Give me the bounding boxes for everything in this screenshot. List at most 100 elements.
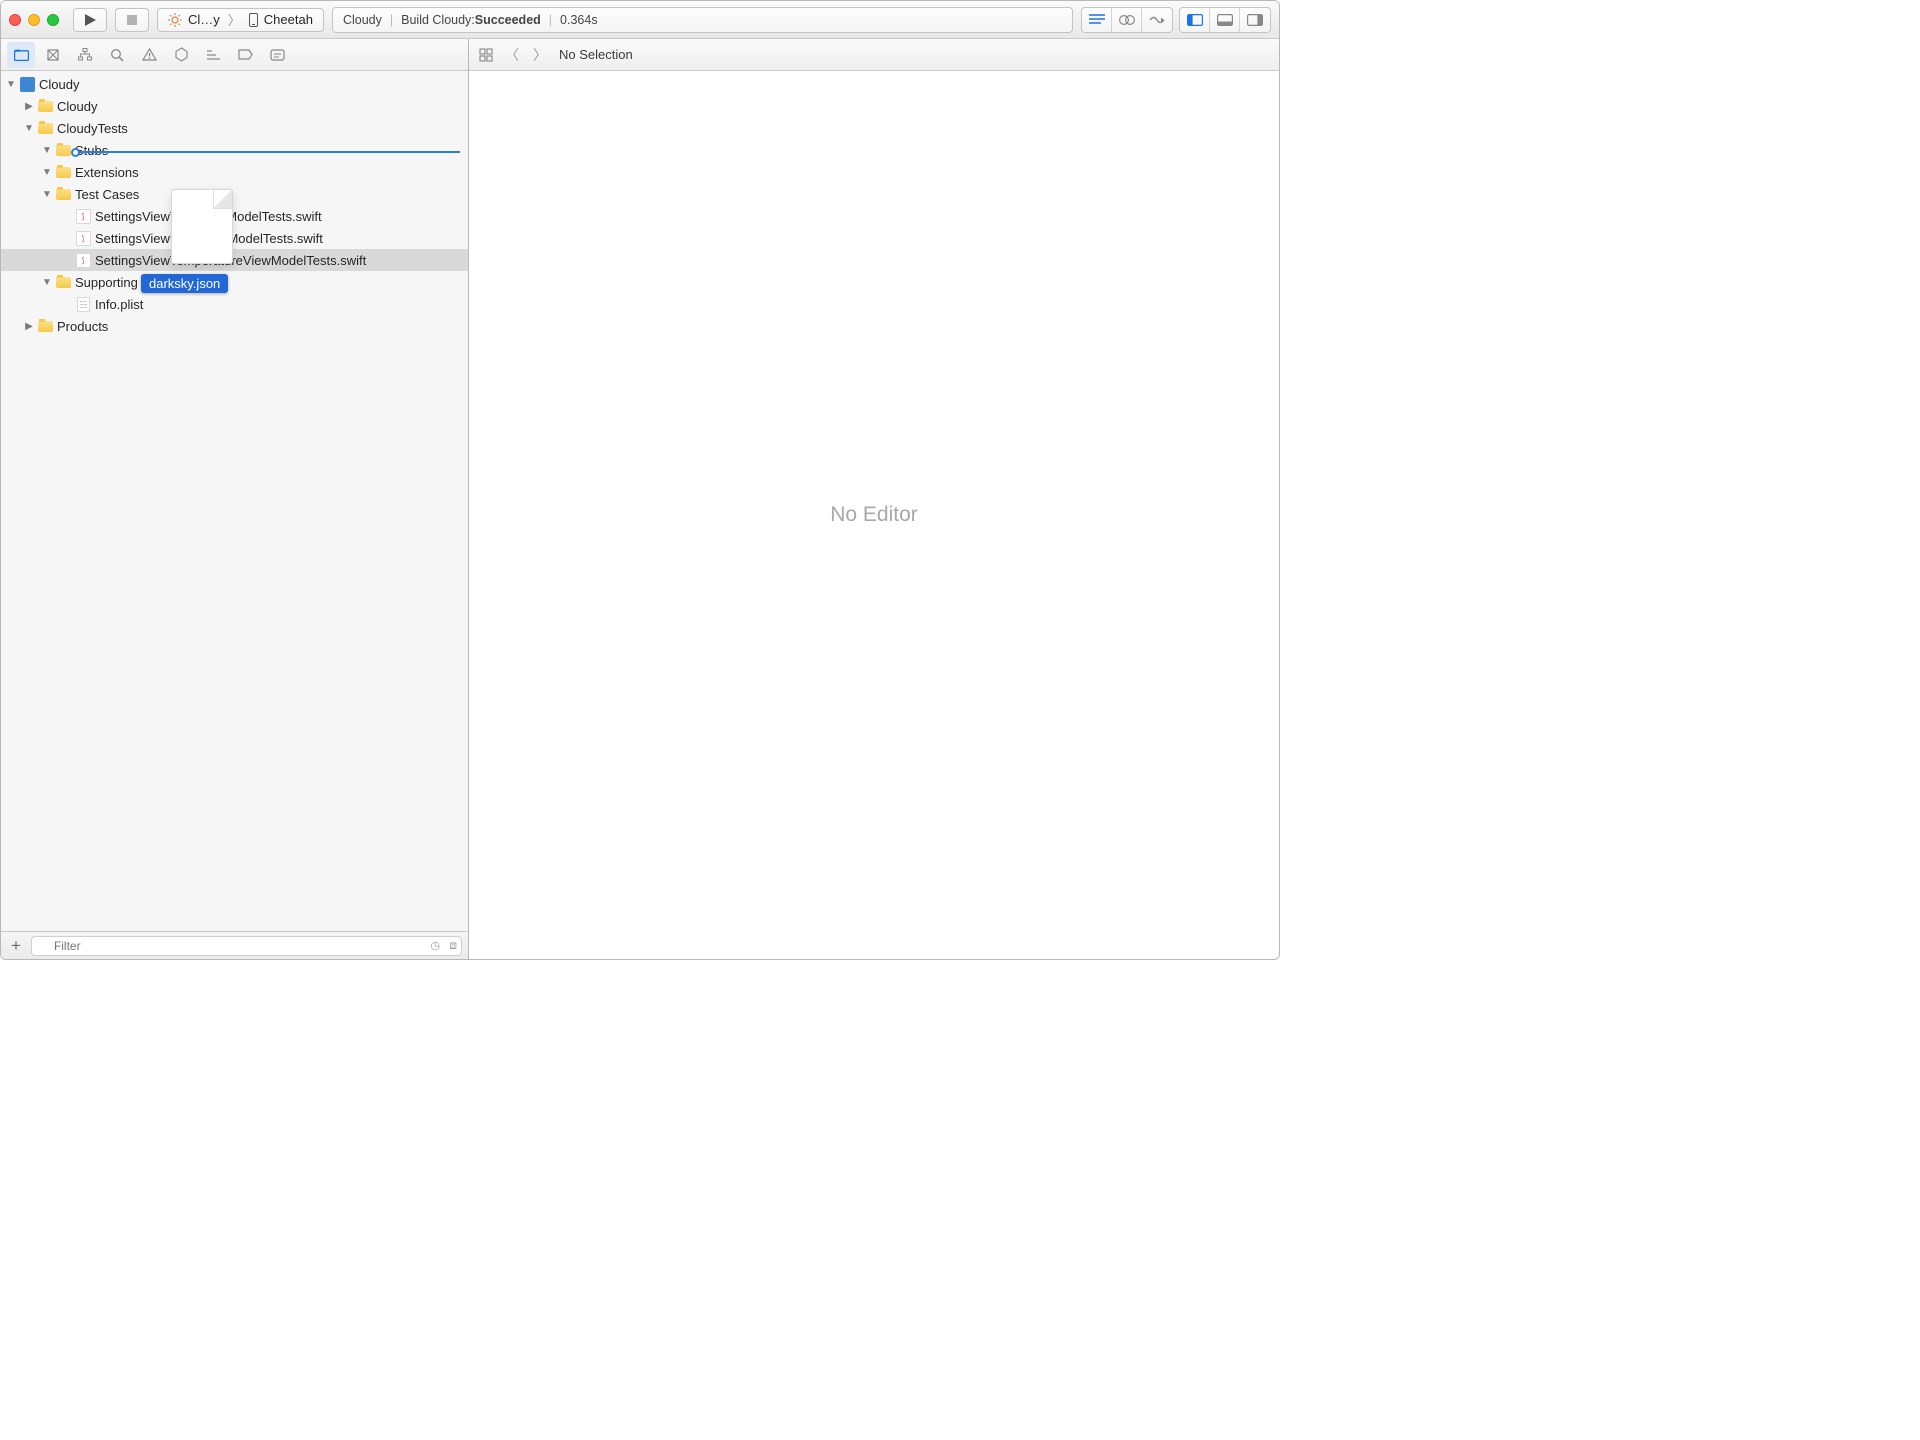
scheme-selector[interactable]: Cl…y 〉 Cheetah [157,8,324,32]
toggle-utilities-button[interactable] [1240,8,1270,32]
swift-file-icon: ⟆ [76,231,91,246]
back-button[interactable]: 〈 [503,45,521,65]
stop-icon [127,15,137,25]
tree-row-file[interactable]: ⟆ SettingsViewTimeViewModelTests.swift [1,205,468,227]
tree-row-file[interactable]: ⟆ SettingsViewTemperatureViewModelTests.… [1,249,468,271]
xcode-window: Cl…y 〉 Cheetah Cloudy | Build Cloudy: Su… [0,0,1280,960]
status-time: 0.364s [560,13,598,27]
stop-button[interactable] [115,8,149,32]
close-window-button[interactable] [9,14,21,26]
device-icon [249,13,258,27]
swift-file-icon: ⟆ [76,253,91,268]
tree-label: Test Cases [75,187,139,202]
disclosure-triangle-icon[interactable]: ▼ [41,145,53,156]
panel-toggle-group [1179,7,1271,33]
left-panel-icon [1187,14,1203,26]
tree-label: Products [57,319,108,334]
standard-editor-button[interactable] [1082,8,1112,32]
disclosure-triangle-icon[interactable]: ▶ [23,101,35,112]
toolbar-right-group [1081,7,1271,33]
navigator-filter-bar: + ◉ ◷ ⧈ [1,931,468,959]
toolbar: Cl…y 〉 Cheetah Cloudy | Build Cloudy: Su… [1,1,1279,39]
breakpoint-icon [238,49,253,60]
project-navigator-tree[interactable]: ▼ Cloudy ▶ Cloudy ▼ CloudyTests ▼ [1,71,468,931]
disclosure-triangle-icon[interactable]: ▼ [5,79,17,90]
issue-navigator-tab[interactable] [135,42,163,68]
tree-row-file[interactable]: Info.plist [1,293,468,315]
tree-label: CloudyTests [57,121,128,136]
test-icon [175,47,188,62]
disclosure-triangle-icon[interactable]: ▼ [23,123,35,134]
report-navigator-tab[interactable] [263,42,291,68]
symbol-navigator-tab[interactable] [71,42,99,68]
tree-row-folder[interactable]: ▼ Extensions [1,161,468,183]
content-split: ▼ Cloudy ▶ Cloudy ▼ CloudyTests ▼ [1,39,1279,959]
folder-icon [56,189,71,200]
disclosure-triangle-icon[interactable]: ▼ [41,189,53,200]
disclosure-triangle-icon[interactable]: ▼ [41,277,53,288]
chevron-right-icon: 〉 [228,10,241,29]
source-control-navigator-tab[interactable] [39,42,67,68]
tree-row-folder[interactable]: ▼ Test Cases [1,183,468,205]
version-editor-icon [1148,14,1166,26]
right-panel-icon [1247,14,1263,26]
version-editor-button[interactable] [1142,8,1172,32]
jump-bar-selection: No Selection [559,47,633,62]
tree-label: Extensions [75,165,139,180]
scm-icon [46,48,60,62]
forward-button[interactable]: 〉 [531,45,549,65]
destination-name: Cheetah [264,12,313,27]
play-icon [85,14,96,26]
assistant-editor-icon [1119,13,1135,27]
scheme-app-icon [168,13,182,27]
grid-icon [479,48,493,62]
run-button[interactable] [73,8,107,32]
hierarchy-icon [78,48,92,61]
drag-ghost-file-icon [171,189,233,264]
breakpoint-navigator-tab[interactable] [231,42,259,68]
zoom-window-button[interactable] [47,14,59,26]
filter-input[interactable] [31,936,462,956]
gauge-icon [206,49,221,61]
folder-icon [56,145,71,156]
toggle-navigator-button[interactable] [1180,8,1210,32]
editor-area: 〈 〉 No Selection No Editor [469,39,1279,959]
test-navigator-tab[interactable] [167,42,195,68]
related-items-button[interactable] [479,48,493,62]
tree-row-folder[interactable]: ▼ CloudyTests [1,117,468,139]
debug-navigator-tab[interactable] [199,42,227,68]
disclosure-triangle-icon[interactable]: ▶ [23,321,35,332]
recent-filter-icon[interactable]: ◷ [430,939,440,952]
folder-icon [38,321,53,332]
minimize-window-button[interactable] [28,14,40,26]
activity-viewer[interactable]: Cloudy | Build Cloudy: Succeeded | 0.364… [332,7,1073,33]
editor-empty-label: No Editor [830,503,918,527]
navigator-area: ▼ Cloudy ▶ Cloudy ▼ CloudyTests ▼ [1,39,469,959]
tree-row-file[interactable]: ⟆ SettingsViewUnitsViewModelTests.swift [1,227,468,249]
folder-icon [38,101,53,112]
status-action-prefix: Build Cloudy: [401,13,475,27]
tree-label: Info.plist [95,297,143,312]
add-button[interactable]: + [7,936,25,956]
folder-icon [38,123,53,134]
project-navigator-tab[interactable] [7,42,35,68]
tree-label: Cloudy [39,77,79,92]
tree-label: Cloudy [57,99,97,114]
jump-bar: 〈 〉 No Selection [469,39,1279,71]
tree-row-project[interactable]: ▼ Cloudy [1,73,468,95]
filter-field-wrap: ◉ ◷ ⧈ [31,936,462,956]
tree-row-folder[interactable]: ▶ Cloudy [1,95,468,117]
tree-row-folder[interactable]: ▼ Supporting Files [1,271,468,293]
drop-indicator-line [75,151,460,153]
assistant-editor-button[interactable] [1112,8,1142,32]
status-action-result: Succeeded [475,13,541,27]
tree-row-folder[interactable]: ▶ Products [1,315,468,337]
find-navigator-tab[interactable] [103,42,131,68]
report-icon [270,49,285,61]
toggle-debug-button[interactable] [1210,8,1240,32]
scm-filter-icon[interactable]: ⧈ [449,938,457,953]
folder-icon [56,277,71,288]
disclosure-triangle-icon[interactable]: ▼ [41,167,53,178]
status-project: Cloudy [343,13,382,27]
editor-mode-group [1081,7,1173,33]
